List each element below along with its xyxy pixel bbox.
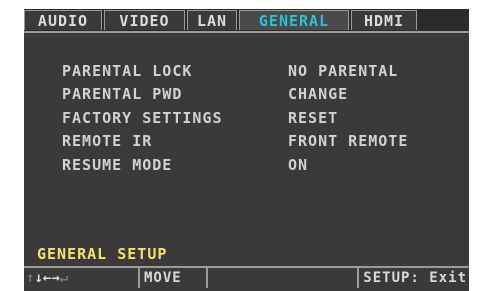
menu-label: REMOTE IR	[62, 132, 153, 151]
menu-row-remote-ir[interactable]: REMOTE IR FRONT REMOTE	[62, 130, 452, 154]
menu-row-parental-pwd[interactable]: PARENTAL PWD CHANGE	[62, 83, 452, 107]
tab-general[interactable]: GENERAL	[239, 10, 349, 30]
tab-lan[interactable]: LAN	[187, 10, 237, 30]
menu-row-factory-settings[interactable]: FACTORY SETTINGS RESET	[62, 106, 452, 130]
menu-row-resume-mode[interactable]: RESUME MODE ON	[62, 153, 452, 177]
menu-value[interactable]: FRONT REMOTE	[288, 132, 408, 150]
menu-value[interactable]: CHANGE	[288, 85, 348, 103]
arrow-left-icon: ←	[42, 270, 52, 286]
footer-bar: ↑ ↓ ← → ↵ MOVE SETUP: Exit	[24, 266, 469, 288]
menu-value[interactable]: ON	[288, 156, 308, 174]
navigation-hint: ↑ ↓ ← → ↵	[24, 270, 138, 286]
menu-label: RESUME MODE	[62, 155, 173, 174]
menu-value[interactable]: RESET	[288, 109, 338, 127]
footer-divider	[206, 268, 208, 288]
menu-row-parental-lock[interactable]: PARENTAL LOCK NO PARENTAL	[62, 59, 452, 83]
tab-hdmi[interactable]: HDMI	[351, 10, 417, 30]
tab-video[interactable]: VIDEO	[104, 10, 185, 30]
arrow-up-icon: ↑	[26, 270, 35, 286]
tab-audio[interactable]: AUDIO	[24, 10, 102, 30]
settings-menu: PARENTAL LOCK NO PARENTAL PARENTAL PWD C…	[62, 59, 452, 177]
section-title: GENERAL SETUP	[37, 245, 168, 263]
arrow-right-icon: →	[51, 270, 60, 286]
tab-bar: AUDIO VIDEO LAN GENERAL HDMI	[24, 9, 469, 31]
setup-screen: AUDIO VIDEO LAN GENERAL HDMI PARENTAL LO…	[24, 9, 469, 291]
arrow-down-icon: ↓	[34, 270, 43, 286]
menu-value[interactable]: NO PARENTAL	[288, 62, 398, 80]
menu-label: PARENTAL PWD	[62, 85, 183, 104]
menu-label: PARENTAL LOCK	[62, 61, 193, 80]
tab-divider	[24, 31, 469, 33]
exit-hint: SETUP: Exit	[363, 270, 467, 286]
move-hint: MOVE	[144, 270, 182, 286]
menu-label: FACTORY SETTINGS	[62, 108, 223, 127]
enter-icon: ↵	[59, 270, 69, 286]
